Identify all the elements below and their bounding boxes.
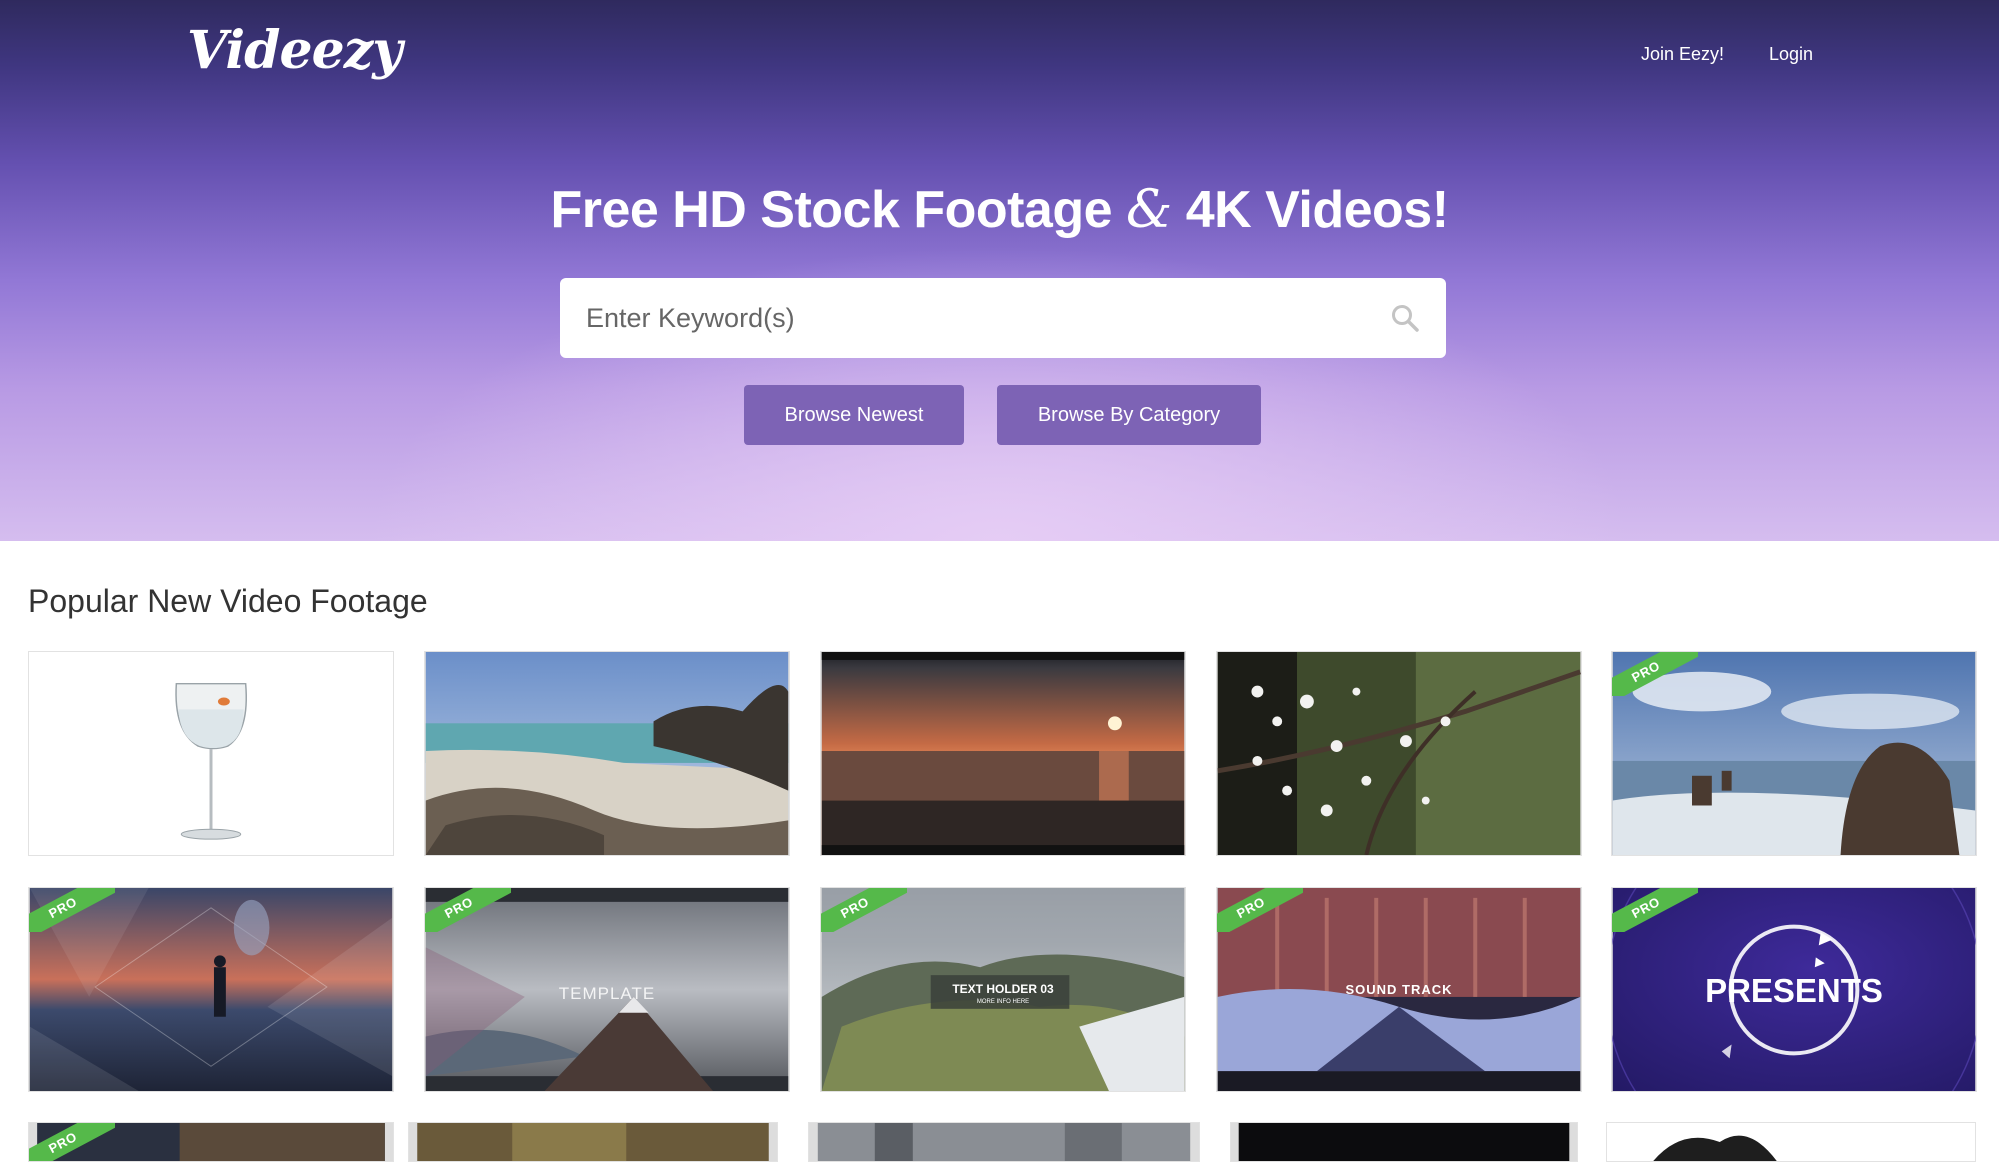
pro-badge: PRO <box>1612 888 1698 932</box>
video-thumb-sunset-beach[interactable] <box>820 651 1186 856</box>
hero-title-amp: & <box>1126 180 1172 240</box>
video-thumb-row3-5[interactable] <box>1606 1122 1976 1162</box>
video-thumb-text-holder[interactable]: TEXT HOLDER 03 MORE INFO HERE PRO <box>820 887 1186 1092</box>
video-thumb-row3-1[interactable]: PRO <box>28 1122 394 1162</box>
search-icon[interactable] <box>1390 303 1420 333</box>
video-thumb-wine-glass[interactable] <box>28 651 394 856</box>
join-eezy-link[interactable]: Join Eezy! <box>1641 44 1724 65</box>
pro-badge: PRO <box>425 888 511 932</box>
video-thumb-row3-2[interactable] <box>408 1122 778 1162</box>
videezy-logo[interactable]: Videezy <box>187 20 402 81</box>
row3-thumb-4-image <box>1238 1123 1570 1161</box>
text-holder-title: TEXT HOLDER 03 <box>952 982 1054 996</box>
login-link[interactable]: Login <box>1769 44 1813 65</box>
pro-badge: PRO <box>1217 888 1303 932</box>
blossoms-image <box>1217 652 1581 855</box>
rocky-beach-image <box>425 652 789 855</box>
video-thumb-presents[interactable]: PRESENTS PRO <box>1611 887 1977 1092</box>
row3-thumb-5-image <box>1615 1123 1967 1161</box>
browse-newest-button[interactable]: Browse Newest <box>744 385 964 445</box>
row3-thumb-3-image <box>817 1123 1191 1161</box>
video-thumb-rocky-beach[interactable] <box>424 651 790 856</box>
video-thumb-smoke-template[interactable]: PRO <box>28 887 394 1092</box>
sound-track-text: SOUND TRACK <box>1345 982 1453 997</box>
template-text: TEMPLATE <box>558 984 656 1003</box>
video-thumb-row3-4[interactable] <box>1230 1122 1578 1162</box>
pro-badge: PRO <box>29 888 115 932</box>
hero-title: Free HD Stock Footage & 4K Videos! <box>0 180 1999 240</box>
search-box <box>560 278 1446 358</box>
hero-banner: Videezy Join Eezy! Login Free HD Stock F… <box>0 0 1999 541</box>
pro-badge: PRO <box>1612 652 1698 696</box>
video-thumb-row3-3[interactable] <box>808 1122 1200 1162</box>
row3-thumb-2-image <box>417 1123 769 1161</box>
hero-title-part1: Free HD Stock Footage <box>550 181 1126 239</box>
video-thumb-mountain-template[interactable]: TEMPLATE PRO <box>424 887 790 1092</box>
pro-badge: PRO <box>29 1123 115 1161</box>
text-holder-subtitle: MORE INFO HERE <box>976 999 1030 1005</box>
hero-title-part2: 4K Videos! <box>1171 181 1449 239</box>
section-title: Popular New Video Footage <box>28 583 428 619</box>
browse-by-category-button[interactable]: Browse By Category <box>997 385 1261 445</box>
search-input[interactable] <box>586 278 1366 358</box>
video-thumb-sound-track[interactable]: SOUND TRACK PRO <box>1216 887 1582 1092</box>
wine-glass-image <box>29 652 393 855</box>
sunset-beach-image <box>821 652 1185 855</box>
presents-text: PRESENTS <box>1705 972 1883 1009</box>
video-thumb-blossoms[interactable] <box>1216 651 1582 856</box>
pro-badge: PRO <box>821 888 907 932</box>
video-thumb-sea-stacks[interactable]: PRO <box>1611 651 1977 856</box>
